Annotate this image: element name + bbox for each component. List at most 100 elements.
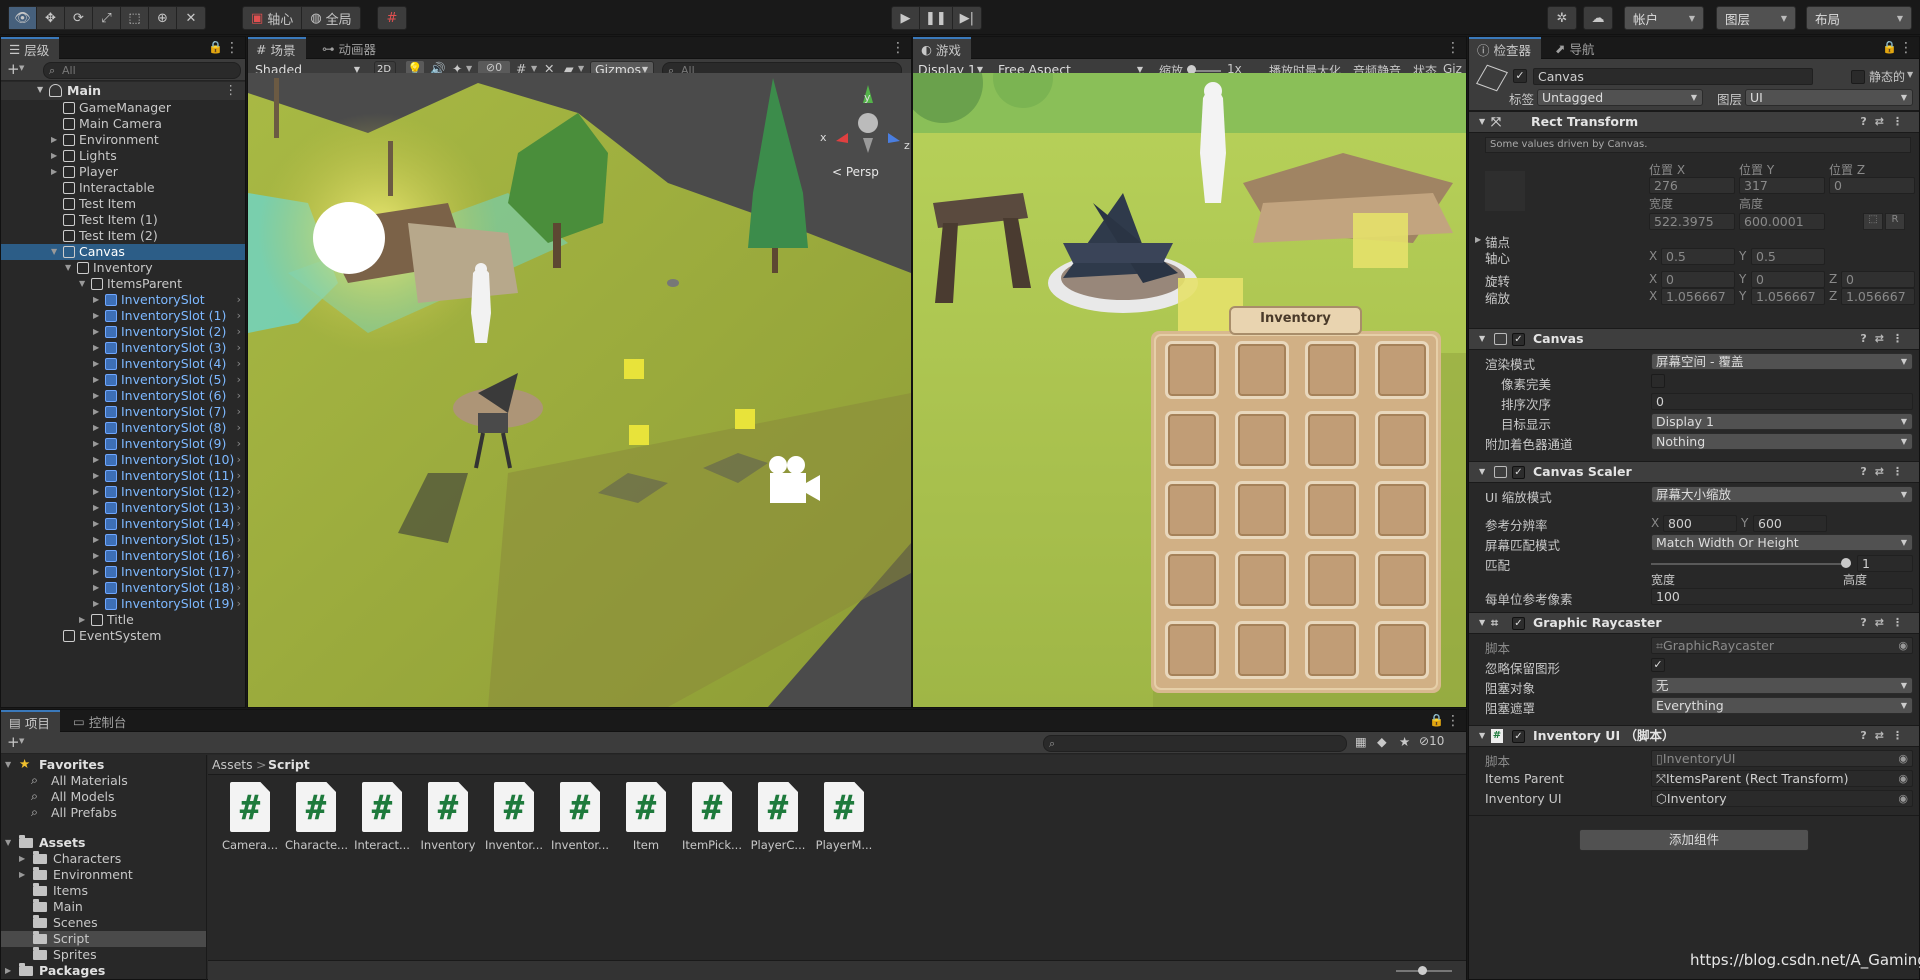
layers-dropdown[interactable]: 图层 ▼	[1716, 6, 1796, 30]
script-asset[interactable]: # Camera...	[219, 782, 281, 852]
chevron-right-icon[interactable]: ▶	[79, 612, 85, 628]
hierarchy-item[interactable]: ▶ InventorySlot (3) ›	[1, 340, 245, 356]
inventory-slot[interactable]	[1375, 341, 1429, 399]
match-slider-thumb[interactable]	[1841, 558, 1851, 568]
prefab-open-icon[interactable]: ›	[237, 564, 241, 580]
asset-folder[interactable]: Items	[1, 883, 206, 899]
hierarchy-item[interactable]: GameManager	[1, 100, 245, 116]
layout-dropdown[interactable]: 布局 ▼	[1806, 6, 1912, 30]
prefab-open-icon[interactable]: ›	[237, 324, 241, 340]
ignore-reversed-checkbox[interactable]: ✓	[1651, 658, 1665, 672]
inventory-slot[interactable]	[1375, 481, 1429, 539]
inventory-slot[interactable]	[1375, 551, 1429, 609]
match-slider-track[interactable]	[1651, 563, 1851, 565]
add-component-button[interactable]: 添加组件	[1579, 829, 1809, 851]
inventory-slot[interactable]	[1305, 621, 1359, 679]
add-icon[interactable]: +	[7, 60, 20, 78]
favorite-item[interactable]: ⌕ All Materials	[1, 772, 206, 789]
pixel-perfect-checkbox[interactable]	[1651, 374, 1665, 388]
tab-scene[interactable]: # 场景	[248, 37, 306, 59]
prefab-open-icon[interactable]: ›	[237, 548, 241, 564]
rotate-tool-button[interactable]: ⟳	[65, 7, 93, 29]
global-toggle[interactable]: ◍ 全局	[302, 7, 359, 29]
script-asset[interactable]: # PlayerC...	[747, 782, 809, 852]
ref-resolution-x-field[interactable]: 800	[1663, 515, 1737, 532]
hierarchy-item[interactable]: ▶ InventorySlot (14) ›	[1, 516, 245, 532]
chevron-down-icon[interactable]: ▼	[19, 737, 24, 745]
hierarchy-item[interactable]: ▶ InventorySlot (13) ›	[1, 500, 245, 516]
inventory-slot[interactable]	[1305, 411, 1359, 469]
blueprint-mode-button[interactable]: ⬚	[1863, 213, 1883, 230]
chevron-right-icon[interactable]: ▶	[93, 308, 99, 324]
view-tool-button[interactable]: 👁	[9, 7, 37, 29]
tab-animator[interactable]: ⊶ 动画器	[314, 37, 386, 59]
hierarchy-item[interactable]: EventSystem	[1, 628, 245, 644]
prefab-open-icon[interactable]: ›	[237, 516, 241, 532]
tab-console[interactable]: ▭ 控制台	[65, 710, 136, 732]
chevron-right-icon[interactable]: ▶	[93, 340, 99, 356]
hierarchy-item[interactable]: ▶ InventorySlot (18) ›	[1, 580, 245, 596]
script-asset[interactable]: # Inventor...	[483, 782, 545, 852]
chevron-right-icon[interactable]: ▶	[93, 388, 99, 404]
play-button[interactable]: ▶	[892, 7, 920, 29]
lock-icon[interactable]: 🔒	[208, 40, 223, 54]
icon-size-slider-thumb[interactable]	[1418, 966, 1427, 975]
active-checkbox[interactable]: ✓	[1513, 69, 1527, 83]
chevron-right-icon[interactable]: ▶	[93, 420, 99, 436]
inventory-ui-header[interactable]: ▼ # ✓ Inventory UI （脚本） ?⇄⋮	[1469, 725, 1919, 747]
hierarchy-item[interactable]: Test Item (1)	[1, 212, 245, 228]
chevron-right-icon[interactable]: ▶	[93, 372, 99, 388]
script-asset[interactable]: # Interact...	[351, 782, 413, 852]
inventory-slot[interactable]	[1165, 621, 1219, 679]
chevron-right-icon[interactable]: ▶	[93, 580, 99, 596]
chevron-right-icon[interactable]: ▶	[93, 500, 99, 516]
prefab-open-icon[interactable]: ›	[237, 308, 241, 324]
prefab-open-icon[interactable]: ›	[237, 292, 241, 308]
prefab-open-icon[interactable]: ›	[237, 484, 241, 500]
hierarchy-search-input[interactable]: ⌕ All	[43, 62, 241, 79]
script-asset[interactable]: # ItemPick...	[681, 782, 743, 852]
chevron-down-icon[interactable]: ▼	[65, 260, 71, 276]
breadcrumb-current[interactable]: Script	[268, 757, 310, 772]
render-mode-dropdown[interactable]: 屏幕空间 - 覆盖 ▼	[1651, 353, 1913, 370]
inventory-slot[interactable]	[1165, 411, 1219, 469]
pos-z-field[interactable]: 0	[1829, 177, 1915, 194]
star-icon[interactable]: ★	[1399, 734, 1410, 749]
prefab-open-icon[interactable]: ›	[237, 372, 241, 388]
hierarchy-item[interactable]: ▶ InventorySlot (8) ›	[1, 420, 245, 436]
panel-menu-icon[interactable]: ⋮	[1899, 40, 1913, 56]
inventory-slot[interactable]	[1235, 481, 1289, 539]
collab-button[interactable]: ☁	[1584, 7, 1612, 29]
ppu-field[interactable]: 100	[1651, 588, 1913, 605]
panel-menu-icon[interactable]: ⋮	[891, 40, 905, 56]
component-header-icons[interactable]: ?⇄⋮	[1860, 112, 1911, 132]
panel-menu-icon[interactable]: ⋮	[225, 40, 239, 56]
pos-y-field[interactable]: 317	[1739, 177, 1825, 194]
pivot-y-field[interactable]: 0.5	[1751, 248, 1825, 265]
inventory-ui-field[interactable]: ⬡Inventory ◉	[1651, 790, 1913, 807]
inventory-slot[interactable]	[1165, 481, 1219, 539]
favorite-item[interactable]: ⌕ All Models	[1, 788, 206, 805]
chevron-right-icon[interactable]: ▶	[93, 436, 99, 452]
script-asset[interactable]: # Item	[615, 782, 677, 852]
prefab-open-icon[interactable]: ›	[237, 580, 241, 596]
prefab-open-icon[interactable]: ›	[237, 420, 241, 436]
hierarchy-item[interactable]: ▶ Lights	[1, 148, 245, 164]
tab-project[interactable]: ▤ 项目	[1, 710, 60, 732]
canvas-scaler-header[interactable]: ▼ ✓ Canvas Scaler ?⇄⋮	[1469, 461, 1919, 483]
raw-edit-button[interactable]: R	[1885, 213, 1905, 230]
chevron-right-icon[interactable]: ▶	[93, 596, 99, 612]
scale-tool-button[interactable]: ⤢	[93, 7, 121, 29]
tab-navigation[interactable]: ⬈ 导航	[1547, 37, 1605, 59]
object-picker-icon[interactable]: ◉	[1898, 771, 1908, 786]
favorites-root[interactable]: ▼ ★ Favorites	[1, 756, 206, 773]
panel-menu-icon[interactable]: ⋮	[1446, 713, 1460, 729]
lock-icon[interactable]: 🔒	[1882, 40, 1897, 54]
chevron-right-icon[interactable]: ▶	[93, 548, 99, 564]
chevron-down-icon[interactable]: ▼	[578, 64, 584, 73]
graphic-raycaster-header[interactable]: ▼ ⌗ ✓ Graphic Raycaster ?⇄⋮	[1469, 612, 1919, 634]
chevron-right-icon[interactable]: ▶	[51, 148, 57, 164]
hierarchy-item[interactable]: ▶ Environment	[1, 132, 245, 148]
items-parent-field[interactable]: ⤧ItemsParent (Rect Transform) ◉	[1651, 770, 1913, 787]
asset-folder[interactable]: ▶ Characters	[1, 851, 206, 867]
